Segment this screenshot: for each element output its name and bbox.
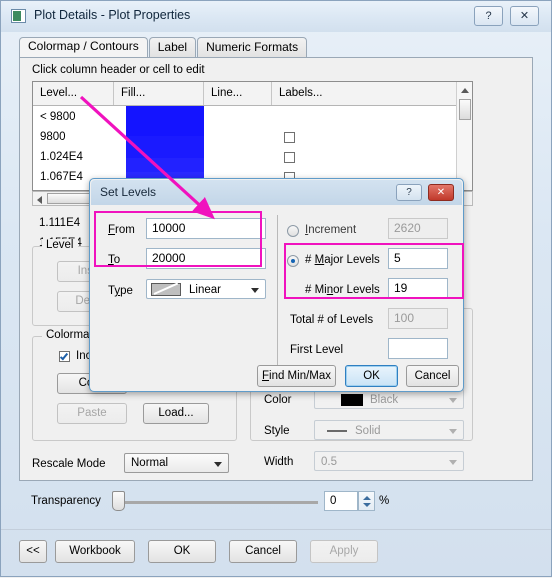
set-levels-close-button[interactable]: ✕	[428, 184, 454, 201]
major-levels-radio[interactable]	[287, 255, 299, 267]
apply-button[interactable]: Apply	[310, 540, 378, 563]
back-button[interactable]: <<	[19, 540, 47, 563]
dialog-column-divider	[277, 215, 278, 365]
set-levels-ok-button[interactable]: OK	[345, 365, 398, 387]
close-button[interactable]: ✕	[510, 6, 539, 26]
fill-swatch-row-1[interactable]	[126, 136, 204, 158]
load-colormap-button[interactable]: Load...	[143, 403, 209, 424]
labels-checkbox-row-1[interactable]	[284, 132, 295, 143]
fill-swatch-row-0[interactable]	[126, 106, 204, 136]
rescale-mode-value: Normal	[131, 457, 169, 469]
tab-label[interactable]: Label	[148, 37, 197, 57]
rescale-mode-label: Rescale Mode	[32, 458, 106, 470]
tab-strip: Colormap / Contours Label Numeric Format…	[19, 37, 308, 58]
levels-grid[interactable]: Level... Fill... Line... Labels... < 980…	[32, 81, 473, 192]
chevron-down-icon[interactable]	[449, 460, 457, 465]
width-label: Width	[264, 456, 294, 468]
window-titlebar: Plot Details - Plot Properties ? ✕	[1, 1, 551, 32]
tab-numeric-formats[interactable]: Numeric Formats	[197, 37, 308, 57]
level-cell-4[interactable]: 1.111E4	[39, 217, 80, 229]
ok-button[interactable]: OK	[148, 540, 216, 563]
fill-swatch-row-2[interactable]	[126, 158, 204, 172]
chevron-down-icon[interactable]	[449, 398, 457, 403]
total-levels-label: Total # of Levels	[290, 314, 374, 326]
level-cell-1[interactable]: 9800	[40, 131, 66, 143]
set-levels-cancel-button[interactable]: Cancel	[406, 365, 459, 387]
transparency-label: Transparency	[31, 495, 101, 507]
transparency-stepper[interactable]	[358, 491, 375, 511]
plot-details-window: Plot Details - Plot Properties ? ✕ Color…	[0, 0, 552, 577]
scroll-left-icon[interactable]	[37, 196, 42, 204]
linear-scale-icon	[151, 282, 181, 296]
workbook-button[interactable]: Workbook	[55, 540, 135, 563]
footer-divider	[1, 529, 551, 530]
grid-vertical-scrollbar[interactable]	[456, 82, 472, 190]
type-value: Linear	[189, 284, 221, 296]
panel-hint: Click column header or cell to edit	[32, 64, 205, 76]
solid-line-icon	[327, 430, 347, 432]
find-minmax-button[interactable]: Find Min/Max	[257, 365, 336, 387]
color-swatch	[341, 394, 363, 406]
include-checkbox[interactable]	[59, 351, 70, 362]
chevron-down-icon[interactable]	[449, 429, 457, 434]
first-level-input[interactable]	[388, 338, 448, 359]
major-levels-label: # Major Levels	[305, 254, 380, 266]
tab-colormap-contours[interactable]: Colormap / Contours	[19, 37, 148, 58]
width-value: 0.5	[321, 456, 337, 468]
minor-levels-input[interactable]: 19	[388, 278, 448, 299]
level-group-label: Level	[42, 239, 78, 251]
stepper-up-icon[interactable]	[363, 496, 371, 500]
stepper-down-icon[interactable]	[363, 503, 371, 507]
rescale-mode-combo[interactable]: Normal	[124, 453, 229, 473]
total-levels-input[interactable]: 100	[388, 308, 448, 329]
level-cell-0[interactable]: < 9800	[40, 111, 76, 123]
increment-label: Increment	[305, 224, 357, 236]
scroll-up-icon[interactable]	[461, 88, 469, 93]
level-cell-2[interactable]: 1.024E4	[40, 151, 83, 163]
type-label: Type	[108, 285, 133, 297]
window-title: Plot Details - Plot Properties	[34, 8, 191, 22]
chevron-down-icon[interactable]	[251, 288, 259, 293]
column-header-fill[interactable]: Fill...	[114, 82, 204, 105]
style-combo[interactable]: Solid	[314, 420, 464, 440]
style-label: Style	[264, 425, 290, 437]
help-button[interactable]: ?	[474, 6, 503, 26]
to-input[interactable]: 20000	[146, 248, 266, 269]
level-cell-3[interactable]: 1.067E4	[40, 171, 83, 183]
minor-levels-label: # Minor Levels	[305, 284, 380, 296]
vertical-scroll-thumb[interactable]	[459, 99, 471, 120]
column-header-labels[interactable]: Labels...	[272, 82, 458, 105]
app-icon	[11, 9, 26, 23]
type-combo[interactable]: Linear	[146, 279, 266, 299]
color-value: Black	[370, 394, 399, 406]
width-combo[interactable]: 0.5	[314, 451, 464, 471]
set-levels-titlebar: Set Levels ? ✕	[91, 180, 462, 205]
cancel-button[interactable]: Cancel	[229, 540, 297, 563]
set-levels-title: Set Levels	[100, 185, 157, 199]
chevron-down-icon[interactable]	[214, 462, 222, 467]
column-header-level[interactable]: Level...	[33, 82, 114, 105]
transparency-unit: %	[379, 495, 390, 507]
style-value: Solid	[355, 425, 381, 437]
to-label: To	[108, 254, 121, 266]
color-combo[interactable]: Black	[314, 389, 464, 409]
first-level-label: First Level	[290, 344, 344, 356]
major-levels-input[interactable]: 5	[388, 248, 448, 269]
labels-checkbox-row-2[interactable]	[284, 152, 295, 163]
increment-input[interactable]: 2620	[388, 218, 448, 239]
set-levels-dialog: Set Levels ? ✕ From 10000 To 20000 Type …	[89, 178, 464, 392]
column-header-line[interactable]: Line...	[204, 82, 272, 105]
paste-colormap-button[interactable]: Paste	[57, 403, 127, 424]
transparency-value-input[interactable]: 0	[324, 491, 358, 511]
levels-grid-header: Level... Fill... Line... Labels...	[33, 82, 472, 106]
from-label: From	[108, 224, 135, 236]
transparency-slider-track[interactable]	[113, 501, 318, 504]
increment-radio[interactable]	[287, 225, 299, 237]
transparency-slider-thumb[interactable]	[112, 491, 125, 511]
set-levels-help-button[interactable]: ?	[396, 184, 422, 201]
from-input[interactable]: 10000	[146, 218, 266, 239]
color-label: Color	[264, 394, 292, 406]
